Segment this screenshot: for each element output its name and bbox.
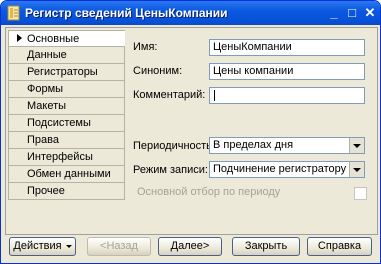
actions-button[interactable]: Действия	[9, 237, 76, 256]
sidebar-item-label: Обмен данными	[27, 168, 111, 180]
sidebar: Основные Данные Регистраторы Формы Макет…	[8, 30, 125, 200]
sidebar-item-label: Данные	[27, 49, 67, 61]
write-mode-select[interactable]: Подчинение регистратору	[209, 161, 365, 178]
name-input[interactable]: ЦеныКомпании	[209, 39, 365, 56]
main-filter-checkbox[interactable]	[354, 187, 367, 200]
periodicity-value: В пределах дня	[213, 139, 294, 151]
sidebar-item-data-exchange[interactable]: Обмен данными	[8, 166, 125, 183]
name-label: Имя:	[133, 41, 158, 53]
periodicity-select[interactable]: В пределах дня	[209, 137, 365, 154]
comment-input[interactable]	[209, 87, 365, 104]
sidebar-item-subsystems[interactable]: Подсистемы	[8, 115, 125, 132]
register-window: Регистр сведений ЦеныКомпании _ □ ✕ Осно…	[0, 0, 381, 264]
sidebar-item-registrators[interactable]: Регистраторы	[8, 64, 125, 81]
main-panel: Имя: ЦеныКомпании Синоним: Цены компании…	[125, 30, 373, 230]
minimize-button[interactable]: _	[326, 5, 342, 21]
sidebar-item-main[interactable]: Основные	[8, 30, 125, 47]
chevron-down-icon[interactable]	[349, 162, 364, 177]
main-filter-label: Основной отбор по периоду	[137, 186, 281, 198]
sidebar-item-label: Интерфейсы	[27, 151, 93, 163]
synonym-label: Синоним:	[133, 65, 183, 77]
sidebar-item-label: Формы	[27, 83, 64, 95]
sidebar-item-other[interactable]: Прочее	[8, 183, 125, 200]
sidebar-item-interfaces[interactable]: Интерфейсы	[8, 149, 125, 166]
sidebar-item-label: Прочее	[27, 185, 65, 197]
sidebar-item-data[interactable]: Данные	[8, 47, 125, 64]
synonym-input[interactable]: Цены компании	[209, 63, 365, 80]
content-frame: Основные Данные Регистраторы Формы Макет…	[5, 27, 378, 235]
periodicity-label: Периодичность:	[133, 140, 215, 152]
write-mode-value: Подчинение регистратору	[213, 163, 347, 175]
sidebar-item-forms[interactable]: Формы	[8, 81, 125, 98]
text-cursor	[214, 90, 215, 101]
current-page-arrow-icon	[17, 34, 22, 43]
title-bar[interactable]: Регистр сведений ЦеныКомпании _ □ ✕	[1, 1, 380, 25]
sidebar-item-label: Макеты	[27, 100, 67, 112]
maximize-button[interactable]: □	[344, 5, 360, 21]
register-icon	[7, 5, 20, 21]
close-button[interactable]: ✕	[362, 5, 378, 21]
sidebar-item-label: Подсистемы	[27, 117, 91, 129]
dropdown-arrow-icon	[65, 244, 72, 248]
window-title: Регистр сведений ЦеныКомпании	[25, 6, 228, 20]
actions-button-label: Действия	[13, 240, 62, 252]
chevron-down-icon[interactable]	[349, 138, 364, 153]
sidebar-item-label: Основные	[27, 33, 80, 45]
comment-label: Комментарий:	[133, 89, 206, 101]
sidebar-item-label: Права	[27, 134, 59, 146]
next-button[interactable]: Далее>	[158, 237, 222, 256]
sidebar-item-rights[interactable]: Права	[8, 132, 125, 149]
help-button[interactable]: Справка	[307, 237, 372, 256]
sidebar-item-templates[interactable]: Макеты	[8, 98, 125, 115]
back-button[interactable]: <Назад	[87, 237, 151, 256]
sidebar-item-label: Регистраторы	[27, 66, 98, 78]
close-dialog-button[interactable]: Закрыть	[232, 237, 300, 256]
write-mode-label: Режим записи:	[133, 164, 208, 176]
